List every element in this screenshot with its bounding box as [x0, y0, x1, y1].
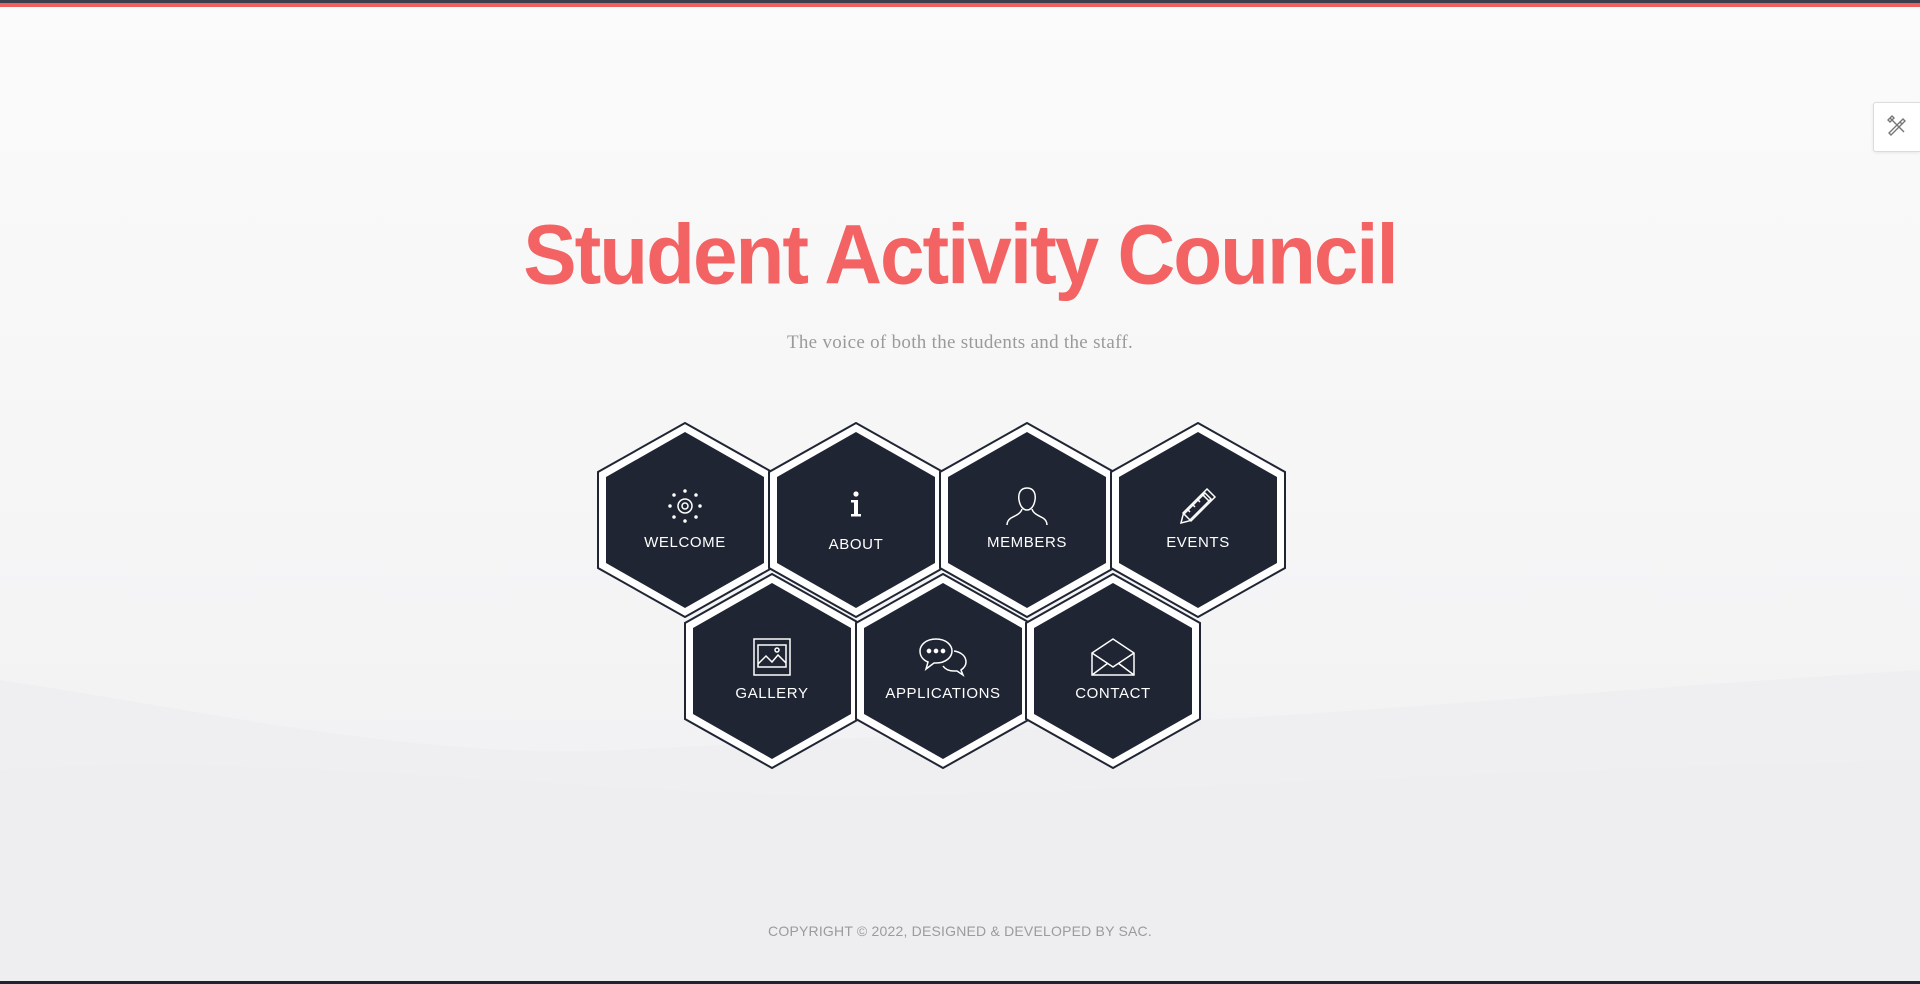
hex-navigation: WELCOME ABOUT MEMBERS EVENTS GALLERY APP…	[0, 0, 1920, 984]
nav-gallery[interactable]: GALLERY	[684, 573, 860, 769]
nav-contact[interactable]: CONTACT	[1025, 573, 1201, 769]
nav-label: WELCOME	[644, 534, 726, 551]
nav-label: CONTACT	[1075, 685, 1151, 702]
nav-label: EVENTS	[1166, 534, 1230, 551]
nav-label: GALLERY	[735, 685, 809, 702]
info-icon	[831, 484, 881, 528]
nav-label: APPLICATIONS	[885, 685, 1001, 702]
user-icon	[1002, 484, 1052, 528]
pencil-ruler-icon	[1173, 484, 1223, 528]
nav-label: MEMBERS	[986, 534, 1068, 551]
sun-icon	[660, 484, 710, 528]
footer-copyright: COPYRIGHT © 2022, DESIGNED & DEVELOPED B…	[768, 923, 1152, 939]
nav-label: ABOUT	[828, 536, 884, 553]
image-icon	[747, 635, 797, 679]
chat-icon	[918, 635, 968, 679]
nav-applications[interactable]: APPLICATIONS	[855, 573, 1031, 769]
envelope-icon	[1088, 635, 1138, 679]
